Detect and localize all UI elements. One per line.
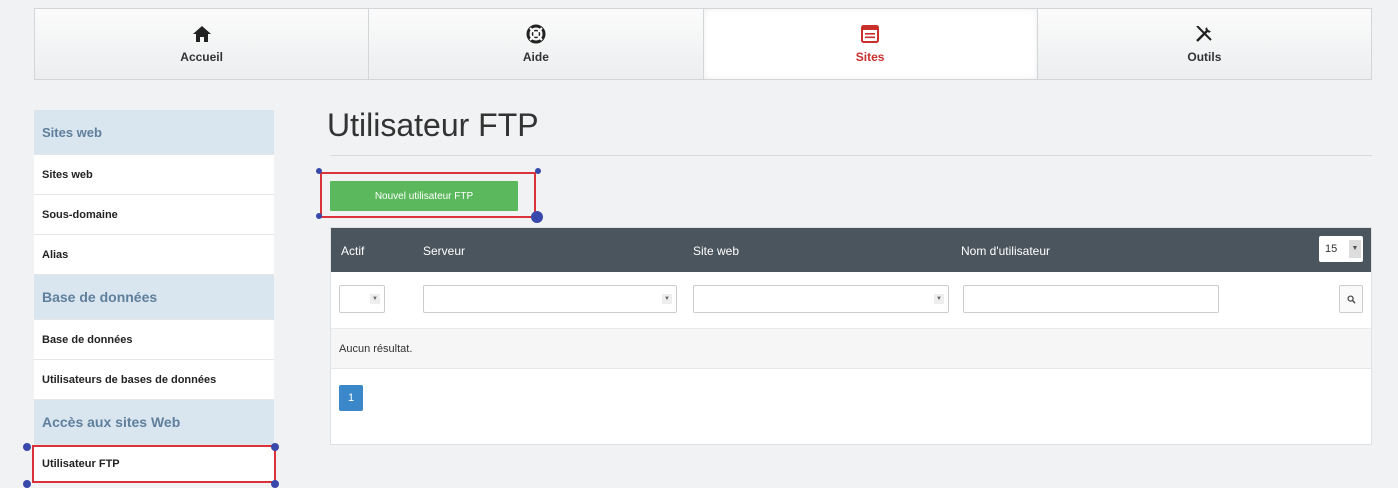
chevron-down-icon: ▼ bbox=[1349, 240, 1361, 258]
sidebar: Sites web Sites web Sous-domaine Alias B… bbox=[32, 110, 276, 483]
sidebar-item-sous-domaine[interactable]: Sous-domaine bbox=[34, 195, 274, 235]
sidebar-section-acces-sites-web: Accès aux sites Web bbox=[34, 400, 274, 445]
home-icon bbox=[192, 26, 211, 42]
main-content: Utilisateur FTP Nouvel utilisateur FTP A… bbox=[316, 100, 1372, 445]
title-divider bbox=[330, 155, 1372, 156]
filter-site-web-select[interactable]: ▼ bbox=[693, 285, 949, 313]
tab-accueil[interactable]: Accueil bbox=[35, 9, 370, 79]
selection-handle[interactable] bbox=[316, 168, 322, 174]
pagination-page-1[interactable]: 1 bbox=[339, 385, 363, 411]
column-site-web[interactable]: Site web bbox=[693, 244, 739, 258]
sidebar-item-sites-web[interactable]: Sites web bbox=[34, 155, 274, 195]
page-size-select[interactable]: 15 ▼ bbox=[1319, 236, 1363, 262]
site-window-icon bbox=[861, 25, 880, 43]
tab-aide[interactable]: Aide bbox=[369, 9, 704, 79]
empty-message: Aucun résultat. bbox=[331, 329, 1371, 369]
ftp-users-table: Actif Serveur Site web Nom d'utilisateur… bbox=[330, 227, 1372, 445]
top-nav: Accueil Aide Sites Outils bbox=[34, 8, 1372, 80]
selection-handle[interactable] bbox=[271, 443, 279, 451]
tab-outils-label: Outils bbox=[1187, 50, 1222, 64]
selection-handle[interactable] bbox=[271, 480, 279, 488]
tools-icon bbox=[1196, 26, 1213, 42]
sidebar-section-sites-web: Sites web bbox=[34, 110, 274, 155]
column-nom-utilisateur[interactable]: Nom d'utilisateur bbox=[961, 244, 1050, 258]
page-title: Utilisateur FTP bbox=[327, 107, 539, 143]
sidebar-item-utilisateur-ftp[interactable]: Utilisateur FTP bbox=[32, 445, 276, 483]
column-actif[interactable]: Actif bbox=[341, 244, 364, 258]
new-button-highlight: Nouvel utilisateur FTP bbox=[320, 172, 536, 218]
filter-row: ▼ ▼ ▼ bbox=[331, 272, 1371, 329]
selection-handle[interactable] bbox=[316, 213, 322, 219]
tab-outils[interactable]: Outils bbox=[1038, 9, 1371, 79]
sidebar-item-utilisateurs-bdd[interactable]: Utilisateurs de bases de données bbox=[34, 360, 274, 400]
selection-handle[interactable] bbox=[535, 168, 541, 174]
column-serveur[interactable]: Serveur bbox=[423, 244, 465, 258]
tab-sites[interactable]: Sites bbox=[703, 9, 1038, 79]
chevron-down-icon: ▼ bbox=[662, 294, 672, 304]
sidebar-section-base-de-donnees: Base de données bbox=[34, 275, 274, 320]
tab-aide-label: Aide bbox=[522, 50, 549, 64]
sidebar-item-base-de-donnees[interactable]: Base de données bbox=[34, 320, 274, 360]
search-icon bbox=[1346, 294, 1356, 304]
filter-username-input[interactable] bbox=[963, 285, 1219, 313]
lifebuoy-icon bbox=[526, 24, 546, 44]
selection-handle[interactable] bbox=[23, 443, 31, 451]
table-header: Actif Serveur Site web Nom d'utilisateur… bbox=[331, 228, 1371, 272]
selection-handle[interactable] bbox=[531, 211, 543, 223]
selection-handle[interactable] bbox=[23, 480, 31, 488]
filter-serveur-select[interactable]: ▼ bbox=[423, 285, 677, 313]
tab-sites-label: Sites bbox=[855, 50, 885, 64]
chevron-down-icon: ▼ bbox=[370, 294, 380, 304]
filter-search-button[interactable] bbox=[1339, 285, 1363, 313]
page-size-value: 15 bbox=[1325, 243, 1338, 255]
filter-actif-select[interactable]: ▼ bbox=[339, 285, 385, 313]
tab-accueil-label: Accueil bbox=[180, 50, 223, 64]
new-ftp-user-button[interactable]: Nouvel utilisateur FTP bbox=[330, 181, 518, 211]
sidebar-item-alias[interactable]: Alias bbox=[34, 235, 274, 275]
chevron-down-icon: ▼ bbox=[934, 294, 944, 304]
